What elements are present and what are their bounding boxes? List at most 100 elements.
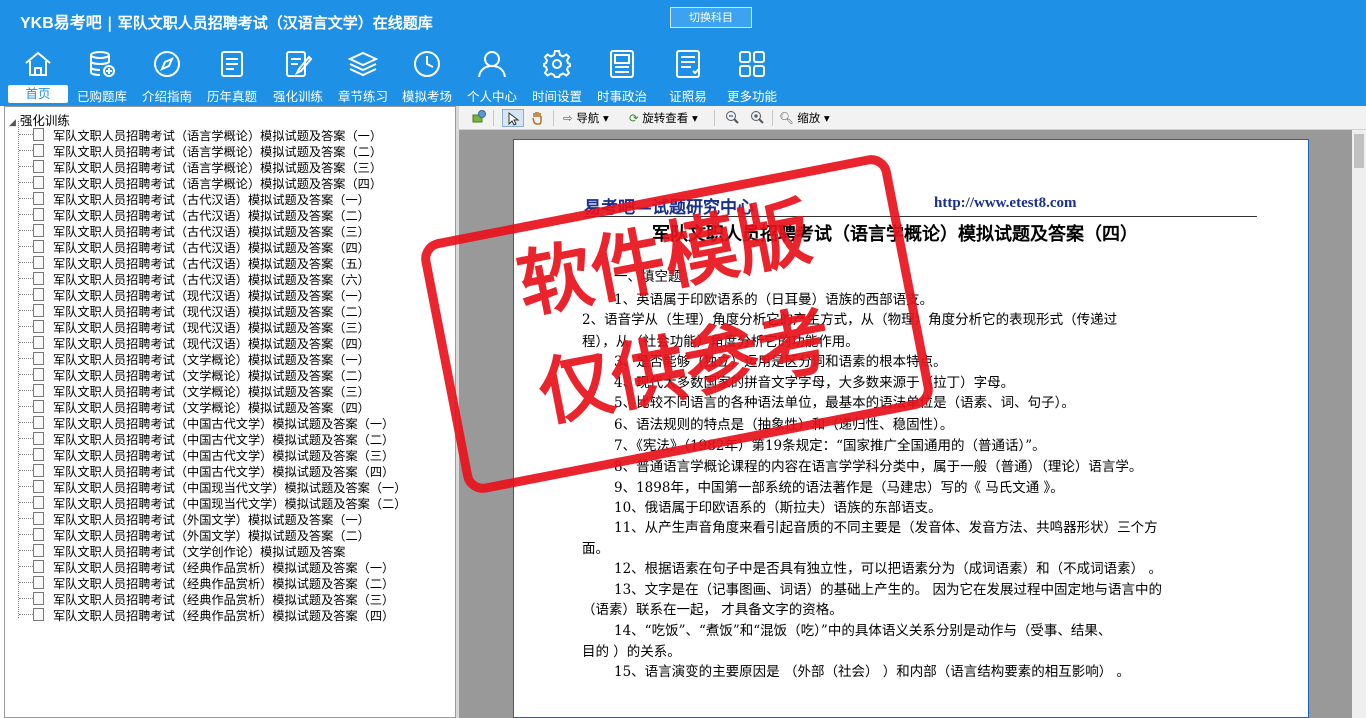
switch-subject-button[interactable]: 切换科目 (670, 7, 752, 28)
document-icon (33, 448, 44, 461)
nav-label: 已购题库 (76, 89, 127, 104)
document-line: 面。 (582, 541, 609, 557)
tree-connector (19, 534, 33, 535)
document-line: 13、文字是在（记事图画、词语）的基础上产生的。 因为它在发展过程中固定地与语言… (614, 582, 1162, 598)
document-icon (33, 464, 44, 477)
nav-current-affairs[interactable]: 时事政治 (592, 48, 652, 104)
tree-connector (19, 262, 33, 263)
nav-time-settings[interactable]: 时间设置 (528, 48, 586, 104)
vertical-scrollbar[interactable] (1352, 130, 1366, 718)
document-icon (33, 368, 44, 381)
document-icon (33, 144, 44, 157)
document-icon (33, 304, 44, 317)
document-line: 12、根据语素在句子中是否具有独立性，可以把语素分为（成词语素）和（不成词语素）… (614, 561, 1162, 577)
nav-intensive[interactable]: 强化训练 (268, 48, 328, 104)
document-icon (33, 592, 44, 605)
nav-profile[interactable]: 个人中心 (463, 48, 521, 104)
nav-chapters[interactable]: 章节练习 (334, 48, 392, 104)
tree-connector (19, 246, 33, 247)
select-cursor-icon[interactable] (502, 109, 524, 127)
nav-mock-exam[interactable]: 模拟考场 (398, 48, 456, 104)
collapse-triangle-icon[interactable]: ◢ (9, 118, 16, 128)
document-line: 8、普通语言学概论课程的内容在语言学学科分类中，属于一般（普通）（理论）语言学。 (614, 459, 1143, 475)
user-icon (478, 51, 506, 78)
nav-label: 模拟考场 (401, 89, 452, 104)
nav-label: 时间设置 (531, 89, 582, 104)
document-icon (33, 176, 44, 189)
list-doc-icon (221, 51, 243, 77)
tree-connector (19, 390, 33, 391)
nav-guide[interactable]: 介绍指南 (138, 48, 196, 104)
rotate-label: 旋转查看 (642, 111, 689, 125)
scrollbar-thumb[interactable] (1354, 134, 1364, 168)
nav-label: 强化训练 (272, 89, 323, 104)
document-icon (33, 352, 44, 365)
document-line: 11、从产生声音角度来看引起音质的不同主要是（发音体、发音方法、共鸣器形状）三个… (614, 520, 1158, 536)
nav-purchased[interactable]: 已购题库 (73, 48, 131, 104)
brand-logo: YKB易考吧 (20, 15, 102, 32)
document-icon (33, 320, 44, 333)
document-icon (33, 208, 44, 221)
document-line: 15、语言演变的主要原因是 （外部（社会） ）和内部（语言结构要素的相互影响） … (614, 664, 1131, 680)
tree-connector (19, 358, 33, 359)
document-icon (33, 128, 44, 141)
tree-connector (19, 166, 33, 167)
nav-certificate[interactable]: 证照易 (658, 48, 718, 104)
certificate-icon (676, 50, 700, 78)
tree-connector (19, 198, 33, 199)
document-icon (33, 384, 44, 397)
tool-icon[interactable] (471, 109, 489, 127)
tree-item-label: 军队文职人员招聘考试（经典作品赏析）模拟试题及答案（四） (53, 609, 395, 623)
layers-icon (347, 51, 379, 77)
document-icon (33, 416, 44, 429)
tree-connector (19, 406, 33, 407)
tree-connector (19, 182, 33, 183)
nav-label: 个人中心 (466, 89, 517, 104)
document-icon (33, 512, 44, 525)
document-icon (33, 528, 44, 541)
zoom-label: 缩放 (797, 111, 821, 125)
hand-pan-icon[interactable] (529, 109, 547, 127)
database-icon (90, 51, 115, 77)
tree-connector (19, 486, 33, 487)
edit-doc-icon (286, 51, 313, 77)
gear-icon (543, 50, 571, 78)
tree-connector (19, 326, 33, 327)
clock-icon (414, 51, 440, 77)
rotate-view-menu[interactable]: ⟳ 旋转查看 ▾ (629, 109, 698, 127)
document-icon (33, 560, 44, 573)
nav-more[interactable]: 更多功能 (722, 48, 782, 104)
tree-connector (19, 438, 33, 439)
nav-home[interactable]: 首页 (8, 48, 68, 104)
document-icon (33, 224, 44, 237)
tree-connector (19, 598, 33, 599)
rotate-icon: ⟳ (629, 111, 639, 125)
tree-connector (19, 582, 33, 583)
nav-label: 证照易 (669, 89, 707, 104)
document-line: 9、1898年，中国第一部系统的语法著作是（马建忠）写的《 马氏文通 》。 (614, 480, 1064, 496)
zoom-in-icon[interactable] (749, 109, 765, 127)
document-icon (33, 192, 44, 205)
navigate-menu[interactable]: ⇨ 导航 ▾ (563, 109, 609, 127)
document-icon (33, 400, 44, 413)
tree-connector (19, 278, 33, 279)
nav-label: 更多功能 (726, 89, 777, 104)
app-title: YKB易考吧 | 军队文职人员招聘考试（汉语言文学）在线题库 (20, 14, 433, 32)
tree-connector (19, 470, 33, 471)
nav-past-exams[interactable]: 历年真题 (202, 48, 262, 104)
app-title-text: 军队文职人员招聘考试（汉语言文学）在线题库 (117, 14, 433, 32)
page-header-url: http://www.etest8.com (934, 195, 1077, 211)
viewer-toolbar: ⇨ 导航 ▾ ⟳ 旋转查看 ▾ 🔍︎ 缩放 ▾ (459, 106, 1366, 130)
zoom-out-icon[interactable] (724, 109, 740, 127)
zoom-menu[interactable]: 🔍︎ 缩放 ▾ (779, 109, 830, 127)
tree-connector (19, 230, 33, 231)
document-icon (33, 496, 44, 509)
document-icon (33, 432, 44, 445)
nav-label: 介绍指南 (141, 89, 192, 104)
tree-connector (19, 342, 33, 343)
tree-connector (19, 422, 33, 423)
nav-label: 历年真题 (206, 89, 257, 104)
nav-label: 首页 (8, 85, 68, 103)
document-icon (33, 480, 44, 493)
tree-connector-line (18, 121, 19, 618)
